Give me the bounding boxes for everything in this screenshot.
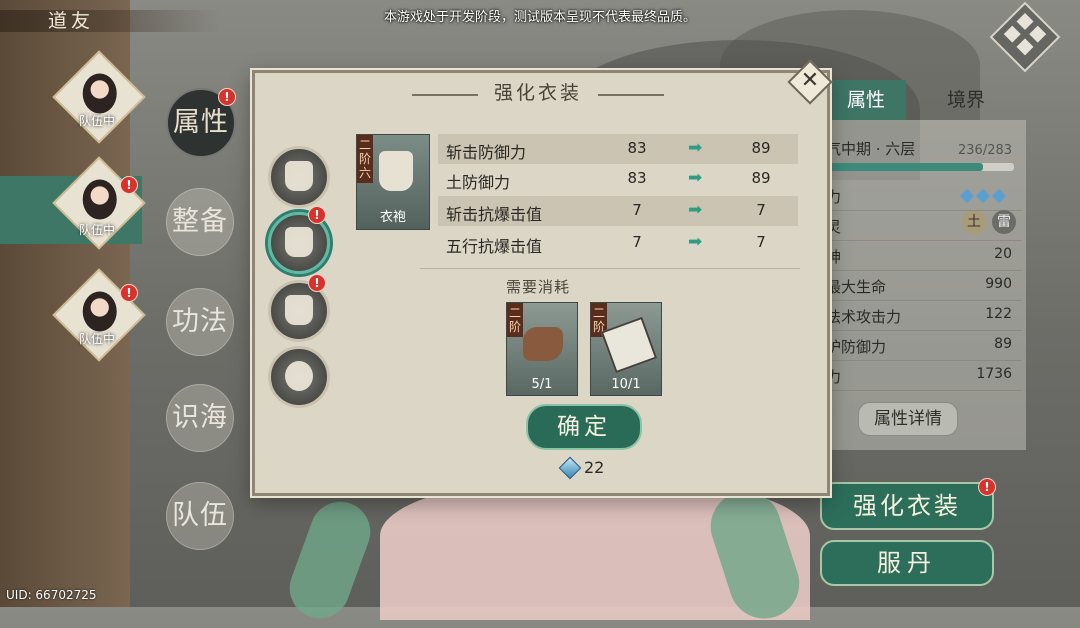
material-count: 5/1 — [531, 377, 553, 392]
stat-after: 7 — [756, 201, 766, 219]
close-icon: ✕ — [800, 68, 820, 93]
diamond-cell — [1016, 38, 1034, 56]
realm-label: 气中期 · 六层 — [826, 140, 916, 158]
tab-attributes[interactable]: 属性 — [826, 80, 906, 120]
attr-key: 护防御力 — [826, 338, 887, 356]
attr-value: 1736 — [976, 366, 1012, 382]
item-name: 衣袍 — [379, 210, 406, 225]
item-tier-tag: 二阶六 — [357, 135, 373, 183]
attr-value: 122 — [985, 306, 1012, 322]
arrow-right-icon: ➡ — [688, 232, 703, 252]
attr-row: 灵 — [826, 210, 1022, 241]
menu-skills[interactable]: 功法 — [166, 288, 234, 356]
attr-row: 神 20 — [826, 240, 1022, 271]
arrow-right-icon: ➡ — [688, 200, 703, 220]
menu-team[interactable]: 队伍 — [166, 482, 234, 550]
diamond-cell — [1016, 12, 1034, 30]
stat-name: 斩击防御力 — [446, 143, 527, 162]
accessory-icon — [285, 361, 313, 391]
exp-value: 236/283 — [958, 143, 1013, 158]
avatar-face — [82, 73, 117, 114]
shoes-icon — [285, 295, 313, 325]
friend-status-3: 队伍中 — [78, 332, 115, 346]
stat-row: 斩击防御力 83 ➡ 89 — [438, 134, 798, 164]
stat-after: 89 — [751, 139, 771, 157]
stat-after: 89 — [751, 169, 771, 187]
tab-realm[interactable]: 境界 — [906, 80, 1026, 120]
attr-row: 最大生命 990 — [826, 270, 1022, 301]
stat-row: 斩击抗爆击值 7 ➡ 7 — [438, 196, 798, 226]
material-count: 10/1 — [611, 377, 641, 392]
attr-row: 力 1736 — [826, 360, 1022, 391]
exp-bar — [826, 163, 1014, 171]
spirit-stone-icon — [558, 456, 582, 480]
menu-alert-badge: ! — [218, 88, 236, 106]
diamond-cell — [1003, 25, 1021, 43]
robe-icon — [285, 227, 313, 257]
attr-row: 护防御力 89 — [826, 330, 1022, 361]
avatar-face — [82, 179, 117, 220]
attr-key: 法术攻击力 — [826, 308, 902, 326]
stat-row: 五行抗爆击值 7 ➡ 7 — [438, 228, 798, 258]
cloth-bundle-icon — [523, 327, 563, 361]
stat-name: 五行抗爆击值 — [446, 237, 543, 256]
stat-before: 83 — [627, 169, 647, 187]
dev-notice: 本游戏处于开发阶段，测试版本呈现不代表最终品质。 — [383, 10, 696, 25]
friend-alert-badge: ! — [120, 284, 138, 302]
avatar-face — [82, 291, 117, 332]
friend-status-1: 队伍中 — [78, 114, 115, 128]
stat-name: 土防御力 — [446, 173, 511, 192]
stat-before: 83 — [627, 139, 647, 157]
attribute-details-button[interactable]: 属性详情 — [858, 402, 958, 436]
attr-value: 20 — [994, 246, 1012, 262]
stat-row: 土防御力 83 ➡ 89 — [438, 164, 798, 194]
stat-before: 7 — [632, 201, 642, 219]
material-item-2[interactable]: 二阶 10/1 — [590, 302, 662, 396]
section-divider — [420, 268, 800, 269]
scroll-icon — [600, 316, 658, 374]
attr-key: 最大生命 — [826, 278, 887, 296]
dialog-title: 强化衣装 — [493, 82, 582, 104]
arrow-right-icon: ➡ — [688, 138, 703, 158]
menu-equipment[interactable]: 整备 — [166, 188, 234, 256]
enhance-outfit-button[interactable]: 强化衣装 — [820, 482, 994, 530]
cost-heading: 需要消耗 — [505, 278, 570, 296]
enhance-alert-badge: ! — [978, 478, 996, 496]
take-pill-button[interactable]: 服丹 — [820, 540, 994, 586]
material-tier-tag: 二阶 — [507, 303, 523, 337]
diamond-cell — [1029, 25, 1047, 43]
attr-value: 89 — [994, 336, 1012, 352]
menu-mind-sea[interactable]: 识海 — [166, 384, 234, 452]
stat-before: 7 — [632, 233, 642, 251]
attr-value: 990 — [985, 276, 1012, 292]
spirit-stone-cost: 22 — [558, 456, 605, 480]
confirm-button[interactable]: 确定 — [526, 404, 642, 450]
slot-alert-badge: ! — [308, 206, 326, 224]
friend-alert-badge: ! — [120, 176, 138, 194]
selected-item-card: 二阶六 衣袍 — [356, 134, 430, 230]
robe-icon — [379, 151, 413, 191]
hat-icon — [285, 161, 313, 191]
stat-name: 斩击抗爆击值 — [446, 205, 543, 224]
friend-status-2: 队伍中 — [78, 223, 115, 237]
stat-after: 7 — [756, 233, 766, 251]
slot-accessory[interactable] — [268, 346, 330, 408]
arrow-right-icon: ➡ — [688, 168, 703, 188]
material-item-1[interactable]: 二阶 5/1 — [506, 302, 578, 396]
slot-hat[interactable] — [268, 146, 330, 208]
exp-bar-fill — [826, 163, 983, 171]
player-uid: UID: 66702725 — [6, 588, 97, 602]
attr-row: 法术攻击力 122 — [826, 300, 1022, 331]
attr-row: 力 — [826, 180, 1022, 211]
cost-value: 22 — [584, 458, 605, 477]
